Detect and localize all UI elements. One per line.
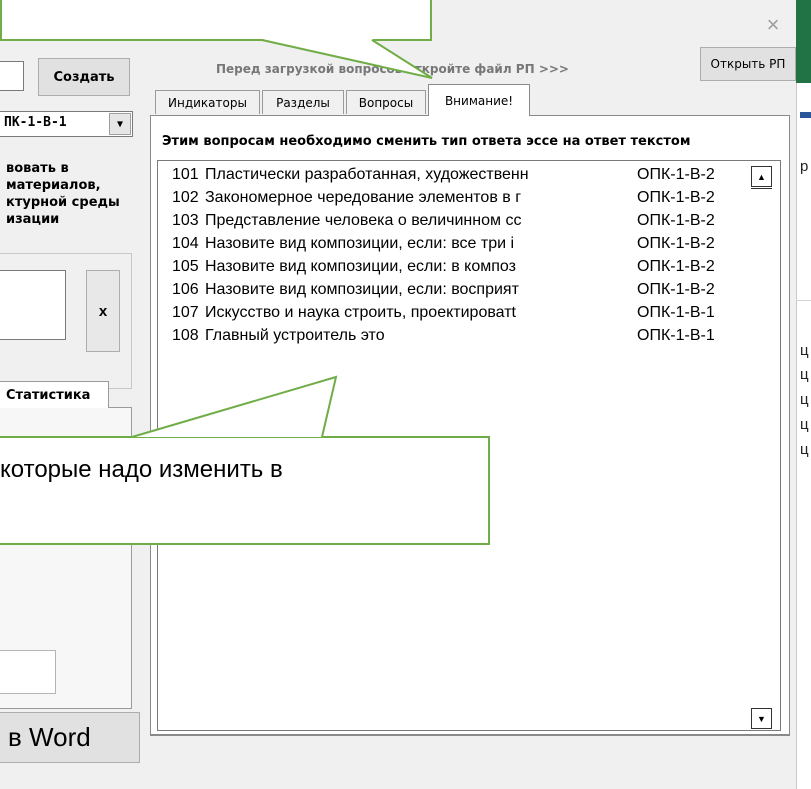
- tab-attention[interactable]: Внимание!: [428, 84, 530, 116]
- callout-pointers: [131, 39, 433, 438]
